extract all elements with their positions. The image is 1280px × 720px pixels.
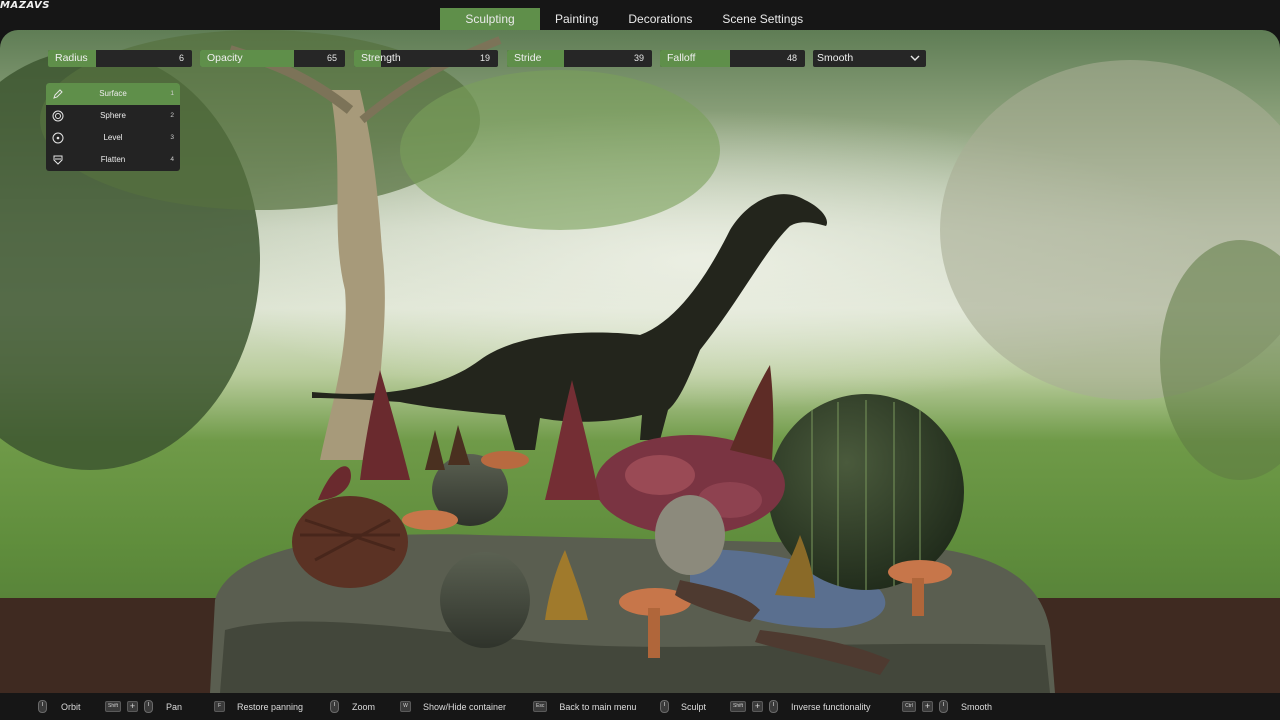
mouse-left-icon [660,700,669,713]
hint-show-hide-container: W Show/Hide container [400,693,506,720]
mouse-wheel-icon [330,700,339,713]
plus-sign: + [752,701,764,712]
tool-flatten-key: 4 [170,156,174,163]
plus-sign: + [922,701,933,712]
hint-pan-label: Pan [166,701,183,712]
hint-back-to-main-menu-label: Back to main menu [559,701,637,712]
flatten-icon [53,155,63,165]
shift-key: Shift [730,701,747,712]
hint-back-to-main-menu: Esc Back to main menu [533,693,636,720]
top-bar: MAZAVS Sculpting Painting Decorations Sc… [0,0,1280,30]
hint-smooth: Ctrl + Smooth [902,693,992,720]
opacity-slider[interactable]: Opacity 65 [200,50,345,67]
brush-icon [53,89,63,99]
tab-scene-settings[interactable]: Scene Settings [707,8,818,30]
stride-slider[interactable]: Stride 39 [507,50,652,67]
hint-inverse-functionality-label: Inverse functionality [791,701,871,712]
falloff-slider[interactable]: Falloff 48 [660,50,805,67]
hint-orbit: Orbit [38,693,81,720]
3d-viewport[interactable]: Radius 6 Opacity 65 Strength 19 Stride 3… [0,30,1280,693]
stride-value: 39 [633,53,644,63]
hint-smooth-label: Smooth [961,701,993,712]
tool-level-label: Level [103,133,123,142]
hint-pan: Shift + Pan [105,693,182,720]
falloff-value: 48 [786,53,797,63]
radius-label: Radius [55,52,88,64]
mouse-left-icon [144,700,154,713]
tool-sphere-key: 2 [170,112,174,119]
strength-slider[interactable]: Strength 19 [354,50,498,67]
mode-tabs: Sculpting Painting Decorations Scene Set… [440,8,818,30]
hint-show-hide-container-label: Show/Hide container [423,701,507,712]
stride-label: Stride [514,52,542,64]
tool-sphere[interactable]: Sphere 2 [46,105,180,127]
hint-orbit-label: Orbit [61,701,81,712]
level-icon [52,132,64,144]
shift-key: Shift [105,701,122,712]
tool-level-key: 3 [170,134,174,141]
hint-inverse-functionality: Shift + Inverse functionality [730,693,871,720]
hint-restore-panning: F Restore panning [214,693,303,720]
w-key: W [400,701,411,712]
mode-dropdown[interactable]: Smooth [813,50,926,67]
tab-painting[interactable]: Painting [540,8,613,30]
hint-restore-panning-label: Restore panning [237,701,304,712]
opacity-label: Opacity [207,52,243,64]
tool-sphere-label: Sphere [100,111,126,120]
brush-tool-panel: Surface 1 Sphere 2 Level 3 Flatten 4 [46,83,180,171]
tab-sculpting[interactable]: Sculpting [440,8,540,30]
tool-level[interactable]: Level 3 [46,127,180,149]
tab-decorations[interactable]: Decorations [613,8,707,30]
hint-zoom-label: Zoom [352,701,376,712]
ctrl-key: Ctrl [902,701,916,712]
shortcut-hint-bar: Orbit Shift + Pan F Restore panning Zoom… [0,693,1280,720]
chevron-down-icon [910,55,920,61]
esc-key: Esc [533,701,548,712]
mouse-left-icon [38,700,47,713]
scene-render [0,30,1280,693]
mode-dropdown-value: Smooth [817,52,854,64]
tool-surface-label: Surface [99,89,127,98]
tool-flatten-label: Flatten [100,155,126,164]
tool-flatten[interactable]: Flatten 4 [46,149,180,171]
radius-slider[interactable]: Radius 6 [48,50,192,67]
hint-sculpt: Sculpt [660,693,706,720]
tool-surface[interactable]: Surface 1 [46,83,180,105]
app-logo: MAZAVS [0,0,50,11]
f-key: F [214,701,225,712]
falloff-label: Falloff [667,52,696,64]
sphere-icon [52,110,64,122]
radius-value: 6 [178,53,184,63]
mouse-left-icon [939,700,948,713]
plus-sign: + [127,701,139,712]
hint-zoom: Zoom [330,693,375,720]
strength-value: 19 [479,53,490,63]
opacity-value: 65 [326,53,337,63]
tool-surface-key: 1 [170,90,174,97]
mouse-left-icon [769,700,779,713]
strength-label: Strength [361,52,401,64]
hint-sculpt-label: Sculpt [681,701,707,712]
